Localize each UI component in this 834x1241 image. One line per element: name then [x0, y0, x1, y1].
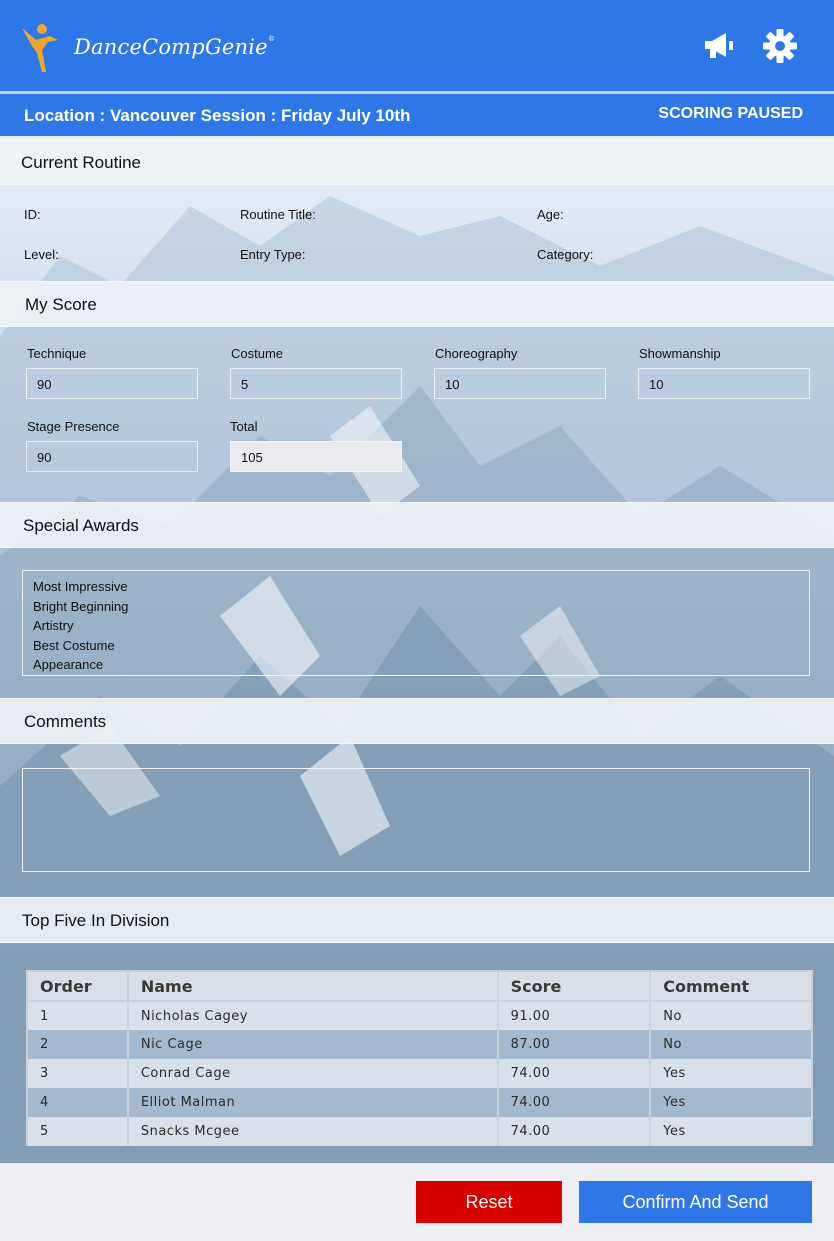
- comment-cell: Yes: [649, 1117, 813, 1146]
- comment-cell: Yes: [649, 1059, 813, 1088]
- award-option[interactable]: Bright Beginning: [33, 597, 809, 617]
- routine-level-label: Level:: [24, 247, 59, 262]
- showmanship-input[interactable]: 10: [638, 368, 810, 399]
- table-row[interactable]: 4 Elliot Malman 74.00 Yes: [26, 1088, 813, 1117]
- total-label: Total: [230, 419, 258, 434]
- app-logo: DanceCompGenie®: [20, 20, 275, 74]
- location-session-text: Location : Vancouver Session : Friday Ju…: [24, 106, 411, 125]
- order-cell: 5: [26, 1117, 129, 1146]
- technique-label: Technique: [27, 346, 87, 361]
- column-header-name: Name: [126, 970, 499, 1002]
- name-cell: Elliot Malman: [126, 1088, 499, 1117]
- megaphone-icon[interactable]: [700, 26, 740, 66]
- award-option[interactable]: Appearance: [33, 655, 809, 675]
- special-awards-list[interactable]: Most Impressive Bright Beginning Artistr…: [22, 570, 810, 676]
- comment-cell: Yes: [649, 1088, 813, 1117]
- table-row[interactable]: 5 Snacks Mcgee 74.00 Yes: [26, 1117, 813, 1146]
- routine-age-label: Age:: [537, 207, 564, 222]
- costume-input[interactable]: 5: [230, 368, 402, 399]
- name-cell: Conrad Cage: [126, 1059, 499, 1088]
- table-row[interactable]: 2 Nic Cage 87.00 No: [26, 1030, 813, 1059]
- table-row[interactable]: 1 Nicholas Cagey 91.00 No: [26, 1001, 813, 1030]
- score-cell: 74.00: [496, 1059, 652, 1088]
- score-cell: 74.00: [496, 1088, 652, 1117]
- column-header-order: Order: [26, 970, 129, 1002]
- app-header: DanceCompGenie®: [0, 0, 834, 91]
- comment-cell: No: [649, 1030, 813, 1059]
- current-routine-heading: Current Routine: [0, 139, 834, 185]
- name-cell: Snacks Mcgee: [126, 1117, 499, 1146]
- award-option[interactable]: Best Costume: [33, 636, 809, 656]
- column-header-score: Score: [496, 970, 652, 1002]
- total-field: 105: [230, 441, 402, 472]
- session-info-bar: Location : Vancouver Session : Friday Ju…: [0, 94, 834, 136]
- top-five-heading: Top Five In Division: [0, 897, 834, 943]
- routine-entry-type-label: Entry Type:: [240, 247, 306, 262]
- award-option[interactable]: Most Impressive: [33, 577, 809, 597]
- order-cell: 3: [26, 1059, 129, 1088]
- routine-id-label: ID:: [24, 207, 41, 222]
- gear-icon[interactable]: [760, 26, 800, 66]
- order-cell: 4: [26, 1088, 129, 1117]
- app-name: DanceCompGenie®: [74, 35, 276, 59]
- technique-input[interactable]: 90: [26, 368, 198, 399]
- costume-label: Costume: [231, 346, 284, 361]
- dancer-logo-icon: [22, 24, 58, 72]
- table-row[interactable]: 3 Conrad Cage 74.00 Yes: [26, 1059, 813, 1088]
- award-option[interactable]: Artistry: [33, 616, 809, 636]
- routine-title-label: Routine Title:: [240, 207, 316, 222]
- special-awards-heading: Special Awards: [0, 502, 834, 548]
- comments-heading: Comments: [0, 698, 834, 744]
- comments-textarea[interactable]: [22, 768, 810, 872]
- order-cell: 2: [26, 1030, 129, 1059]
- scoring-status-badge: SCORING PAUSED: [658, 105, 803, 122]
- choreography-label: Choreography: [435, 346, 518, 361]
- showmanship-label: Showmanship: [639, 346, 721, 361]
- top-five-table: Order Name Score Comment 1 Nicholas Cage…: [26, 970, 813, 1146]
- confirm-and-send-button[interactable]: Confirm And Send: [579, 1181, 812, 1223]
- comment-cell: No: [649, 1001, 813, 1030]
- score-cell: 91.00: [496, 1001, 652, 1030]
- score-cell: 87.00: [496, 1030, 652, 1059]
- my-score-heading: My Score: [0, 281, 834, 327]
- stage-presence-label: Stage Presence: [27, 419, 120, 434]
- name-cell: Nicholas Cagey: [126, 1001, 499, 1030]
- order-cell: 1: [26, 1001, 129, 1030]
- choreography-input[interactable]: 10: [434, 368, 606, 399]
- score-cell: 74.00: [496, 1117, 652, 1146]
- name-cell: Nic Cage: [126, 1030, 499, 1059]
- reset-button[interactable]: Reset: [416, 1181, 562, 1223]
- column-header-comment: Comment: [649, 970, 813, 1002]
- routine-category-label: Category:: [537, 247, 594, 262]
- stage-presence-input[interactable]: 90: [26, 441, 198, 472]
